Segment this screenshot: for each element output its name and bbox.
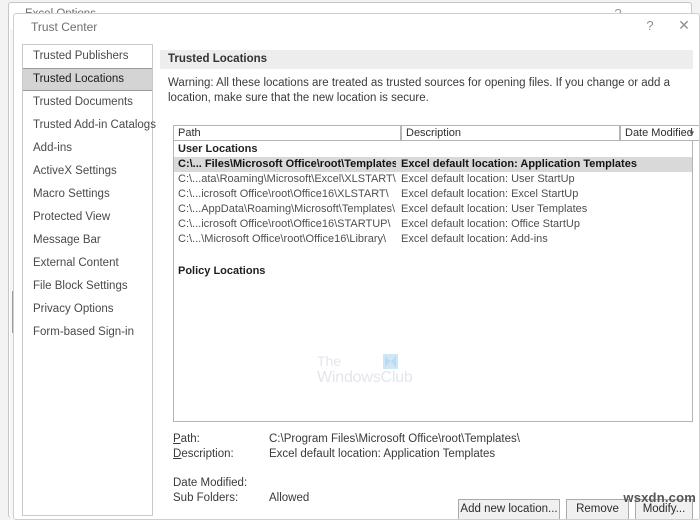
cell-path: C:\...\Microsoft Office\root\Office16\Li… [178, 233, 387, 245]
table-column-headers: Path Description Date Modified ▾ [173, 125, 699, 141]
sidebar-item-trusted-addin-catalogs[interactable]: Trusted Add-in Catalogs [23, 114, 156, 137]
table-row[interactable]: C:\...\Microsoft Office\root\Office16\Li… [174, 232, 692, 247]
column-header-date-modified[interactable]: Date Modified ▾ [620, 125, 699, 141]
table-row[interactable]: C:\...icrosoft Office\root\Office16\STAR… [174, 217, 692, 232]
windowsclub-logo-icon [383, 354, 398, 369]
detail-date-modified-label: Date Modified: [173, 477, 248, 489]
selected-location-details: Path: C:\Program Files\Microsoft Office\… [173, 432, 693, 506]
sidebar-item-external-content[interactable]: External Content [23, 252, 152, 275]
cell-description: Excel default location: Add-ins [401, 233, 548, 245]
sidebar-item-file-block-settings[interactable]: File Block Settings [23, 275, 152, 298]
table-row[interactable]: C:\...icrosoft Office\root\Office16\XLST… [174, 187, 692, 202]
watermark-line-2: WindowsClub [317, 369, 413, 386]
detail-path-value: C:\Program Files\Microsoft Office\root\T… [269, 433, 520, 445]
dialog-titlebar[interactable]: Trust Center ? ✕ [14, 14, 699, 41]
detail-path-label: Path: [173, 433, 200, 445]
close-icon[interactable]: ✕ [676, 17, 692, 34]
cell-path: C:\...icrosoft Office\root\Office16\XLST… [178, 188, 389, 200]
watermark-line-1: The [317, 353, 342, 369]
detail-date-modified-row: Date Modified: [173, 476, 693, 491]
action-button-row: Add new location... Remove Modify... [160, 499, 693, 519]
category-nav-list[interactable]: Trusted Publishers Trusted Locations Tru… [22, 44, 156, 516]
sidebar-item-message-bar[interactable]: Message Bar [23, 229, 152, 252]
detail-description-row: Description: Excel default location: App… [173, 447, 693, 462]
sidebar-item-protected-view[interactable]: Protected View [23, 206, 152, 229]
table-row[interactable]: C:\...ata\Roaming\Microsoft\Excel\XLSTAR… [174, 172, 692, 187]
group-header-policy-locations: Policy Locations [178, 265, 266, 277]
sidebar-item-privacy-options[interactable]: Privacy Options [23, 298, 152, 321]
cell-description: Excel default location: Excel StartUp [401, 188, 579, 200]
column-header-description[interactable]: Description [401, 125, 620, 141]
table-row[interactable]: C:\... Files\Microsoft Office\root\Templ… [174, 157, 692, 172]
cell-description: Excel default location: User StartUp [401, 173, 575, 185]
sidebar-item-add-ins[interactable]: Add-ins [23, 137, 152, 160]
sidebar-item-trusted-documents[interactable]: Trusted Documents [23, 91, 152, 114]
cell-path: C:\... Files\Microsoft Office\root\Templ… [178, 158, 396, 170]
screenshot-root: Excel Options ? ⌄ Trust Center ? ✕ Trust… [0, 0, 700, 520]
warning-text: Warning: All these locations are treated… [168, 77, 671, 104]
detail-spacer [173, 462, 693, 476]
detail-description-label: Description: [173, 448, 234, 460]
column-header-path[interactable]: Path [173, 125, 401, 141]
cell-path: C:\...ata\Roaming\Microsoft\Excel\XLSTAR… [178, 173, 396, 185]
table-row[interactable]: C:\...AppData\Roaming\Microsoft\Template… [174, 202, 692, 217]
cell-path: C:\...icrosoft Office\root\Office16\STAR… [178, 218, 391, 230]
help-icon[interactable]: ? [642, 18, 658, 33]
sidebar-item-macro-settings[interactable]: Macro Settings [23, 183, 152, 206]
section-title: Trusted Locations [160, 50, 693, 69]
cell-description: Excel default location: User Templates [401, 203, 588, 215]
remove-button[interactable]: Remove [566, 499, 629, 519]
dialog-title: Trust Center [31, 20, 98, 34]
cell-path: C:\...AppData\Roaming\Microsoft\Template… [178, 203, 396, 215]
sort-descending-icon[interactable]: ▾ [689, 126, 694, 140]
trusted-locations-table[interactable]: User Locations C:\... Files\Microsoft Of… [173, 141, 693, 422]
sidebar-item-form-based-sign-in[interactable]: Form-based Sign-in [23, 321, 152, 344]
group-header-user-locations: User Locations [178, 143, 258, 155]
detail-description-label-rest: escription: [181, 448, 234, 460]
trusted-locations-pane: Trusted Locations Warning: All these loc… [160, 44, 699, 519]
column-header-date-modified-label: Date Modified [625, 127, 693, 139]
detail-path-row: Path: C:\Program Files\Microsoft Office\… [173, 432, 693, 447]
sidebar-item-trusted-publishers[interactable]: Trusted Publishers [23, 45, 152, 68]
add-new-location-button[interactable]: Add new location... [458, 499, 560, 519]
cell-description: Excel default location: Office StartUp [401, 218, 580, 230]
windowsclub-watermark: The WindowsClub [317, 353, 447, 387]
detail-path-label-rest: ath: [180, 433, 200, 445]
sidebar-item-activex-settings[interactable]: ActiveX Settings [23, 160, 152, 183]
cell-description: Excel default location: Application Temp… [401, 158, 637, 170]
sidebar-item-trusted-locations[interactable]: Trusted Locations [23, 68, 152, 91]
trust-center-dialog: Trust Center ? ✕ Trusted Publishers Trus… [13, 13, 700, 520]
detail-description-value: Excel default location: Application Temp… [269, 448, 496, 460]
wsxdn-watermark: wsxdn.com [623, 490, 696, 505]
